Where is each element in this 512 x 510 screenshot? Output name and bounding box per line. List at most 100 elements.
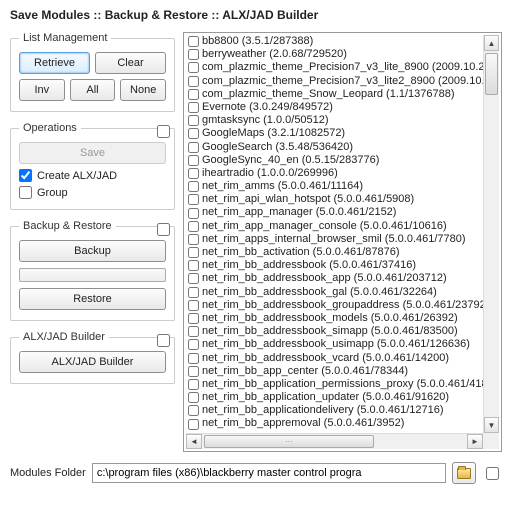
inv-button[interactable]: Inv: [19, 79, 65, 101]
module-checkbox[interactable]: [188, 300, 199, 311]
module-checkbox[interactable]: [188, 326, 199, 337]
browse-folder-button[interactable]: [452, 462, 476, 484]
module-label: com_plazmic_theme_Precision7_v3_lite2_89…: [202, 75, 483, 88]
list-item[interactable]: Evernote (3.0.249/849572): [186, 101, 483, 114]
list-item[interactable]: berryweather (2.0.68/729520): [186, 48, 483, 61]
list-item[interactable]: net_rim_bb_addressbook_models (5.0.0.461…: [186, 312, 483, 325]
list-item[interactable]: net_rim_bb_appremoval (5.0.0.461/3952): [186, 417, 483, 430]
list-item[interactable]: net_rim_apps_internal_browser_smil (5.0.…: [186, 233, 483, 246]
module-label: bb8800 (3.5.1/287388): [202, 35, 313, 48]
list-management-group: List Management Retrieve Clear Inv All N…: [10, 32, 175, 112]
module-label: GoogleSync_40_en (0.5.15/283776): [202, 154, 379, 167]
footer-checkbox[interactable]: [486, 467, 499, 480]
module-checkbox[interactable]: [188, 102, 199, 113]
list-item[interactable]: net_rim_api_wlan_hotspot (5.0.0.461/5908…: [186, 193, 483, 206]
group-checkbox[interactable]: Group: [19, 186, 166, 199]
module-label: net_rim_bb_app_center (5.0.0.461/78344): [202, 365, 408, 378]
horizontal-scrollbar[interactable]: ◄ ··· ►: [186, 433, 483, 449]
all-button[interactable]: All: [70, 79, 116, 101]
module-checkbox[interactable]: [188, 62, 199, 73]
backup-restore-corner-check[interactable]: [157, 223, 170, 236]
module-checkbox[interactable]: [188, 419, 199, 430]
none-button[interactable]: None: [120, 79, 166, 101]
module-checkbox[interactable]: [188, 273, 199, 284]
module-checkbox[interactable]: [188, 234, 199, 245]
list-item[interactable]: net_rim_bb_activation (5.0.0.461/87876): [186, 246, 483, 259]
module-label: net_rim_amms (5.0.0.461/11164): [202, 180, 363, 193]
list-item[interactable]: net_rim_amms (5.0.0.461/11164): [186, 180, 483, 193]
module-checkbox[interactable]: [188, 260, 199, 271]
module-checkbox[interactable]: [188, 353, 199, 364]
modules-folder-input[interactable]: [92, 463, 446, 483]
horizontal-scroll-thumb[interactable]: ···: [204, 435, 374, 448]
vertical-scrollbar[interactable]: ▲ ▼: [483, 35, 499, 433]
create-alx-jad-label: Create ALX/JAD: [37, 170, 117, 182]
module-checkbox[interactable]: [188, 181, 199, 192]
modules-list[interactable]: bb8800 (3.5.1/287388)berryweather (2.0.6…: [183, 32, 502, 452]
module-checkbox[interactable]: [188, 168, 199, 179]
scroll-left-arrow[interactable]: ◄: [186, 434, 202, 449]
module-checkbox[interactable]: [188, 115, 199, 126]
alx-jad-builder-button[interactable]: ALX/JAD Builder: [19, 351, 166, 373]
list-item[interactable]: com_plazmic_theme_Precision7_v3_lite_890…: [186, 61, 483, 74]
alx-jad-builder-corner-check[interactable]: [157, 334, 170, 347]
list-item[interactable]: gmtasksync (1.0.0/50512): [186, 114, 483, 127]
module-checkbox[interactable]: [188, 313, 199, 324]
module-checkbox[interactable]: [188, 339, 199, 350]
list-item[interactable]: net_rim_bb_addressbook_gal (5.0.0.461/32…: [186, 286, 483, 299]
module-checkbox[interactable]: [188, 142, 199, 153]
create-alx-jad-checkbox[interactable]: Create ALX/JAD: [19, 169, 166, 182]
retrieve-button[interactable]: Retrieve: [19, 52, 90, 74]
list-item[interactable]: net_rim_bb_application_updater (5.0.0.46…: [186, 391, 483, 404]
clear-button[interactable]: Clear: [95, 52, 166, 74]
operations-corner-check[interactable]: [157, 125, 170, 138]
backup-button[interactable]: Backup: [19, 240, 166, 262]
vertical-scroll-thumb[interactable]: [485, 53, 498, 95]
module-label: net_rim_bb_addressbook_vcard (5.0.0.461/…: [202, 352, 449, 365]
module-checkbox[interactable]: [188, 128, 199, 139]
list-item[interactable]: net_rim_bb_addressbook_simapp (5.0.0.461…: [186, 325, 483, 338]
list-item[interactable]: net_rim_bb_app_center (5.0.0.461/78344): [186, 365, 483, 378]
module-checkbox[interactable]: [188, 36, 199, 47]
list-item[interactable]: net_rim_bb_application_permissions_proxy…: [186, 378, 483, 391]
module-label: net_rim_app_manager (5.0.0.461/2152): [202, 206, 396, 219]
module-checkbox[interactable]: [188, 89, 199, 100]
list-item[interactable]: bb8800 (3.5.1/287388): [186, 35, 483, 48]
folder-icon: [457, 468, 471, 479]
list-item[interactable]: net_rim_bb_applicationdelivery (5.0.0.46…: [186, 404, 483, 417]
module-checkbox[interactable]: [188, 405, 199, 416]
module-checkbox[interactable]: [188, 379, 199, 390]
module-checkbox[interactable]: [188, 392, 199, 403]
list-item[interactable]: net_rim_bb_addressbook_vcard (5.0.0.461/…: [186, 352, 483, 365]
list-item[interactable]: net_rim_bb_addressbook_groupaddress (5.0…: [186, 299, 483, 312]
list-item[interactable]: com_plazmic_theme_Snow_Leopard (1.1/1376…: [186, 88, 483, 101]
list-item[interactable]: net_rim_app_manager (5.0.0.461/2152): [186, 206, 483, 219]
module-label: gmtasksync (1.0.0/50512): [202, 114, 329, 127]
scroll-up-arrow[interactable]: ▲: [484, 35, 499, 51]
module-checkbox[interactable]: [188, 208, 199, 219]
list-item[interactable]: net_rim_bb_addressbook_usimapp (5.0.0.46…: [186, 338, 483, 351]
list-item[interactable]: GoogleSync_40_en (0.5.15/283776): [186, 154, 483, 167]
module-label: net_rim_bb_application_permissions_proxy…: [202, 378, 483, 391]
module-checkbox[interactable]: [188, 155, 199, 166]
module-label: net_rim_bb_appremoval (5.0.0.461/3952): [202, 417, 404, 430]
list-item[interactable]: net_rim_bb_addressbook_app (5.0.0.461/20…: [186, 272, 483, 285]
list-item[interactable]: GoogleMaps (3.2.1/1082572): [186, 127, 483, 140]
module-checkbox[interactable]: [188, 247, 199, 258]
list-item[interactable]: net_rim_bb_addressbook (5.0.0.461/37416): [186, 259, 483, 272]
scroll-right-arrow[interactable]: ►: [467, 434, 483, 449]
restore-button[interactable]: Restore: [19, 288, 166, 310]
module-label: GoogleMaps (3.2.1/1082572): [202, 127, 345, 140]
list-item[interactable]: GoogleSearch (3.5.48/536420): [186, 141, 483, 154]
list-item[interactable]: com_plazmic_theme_Precision7_v3_lite2_89…: [186, 75, 483, 88]
list-item[interactable]: iheartradio (1.0.0.0/269996): [186, 167, 483, 180]
module-checkbox[interactable]: [188, 76, 199, 87]
module-label: net_rim_bb_addressbook_app (5.0.0.461/20…: [202, 272, 447, 285]
list-item[interactable]: net_rim_app_manager_console (5.0.0.461/1…: [186, 220, 483, 233]
scroll-down-arrow[interactable]: ▼: [484, 417, 499, 433]
module-checkbox[interactable]: [188, 366, 199, 377]
module-checkbox[interactable]: [188, 49, 199, 60]
module-checkbox[interactable]: [188, 194, 199, 205]
module-checkbox[interactable]: [188, 221, 199, 232]
module-checkbox[interactable]: [188, 287, 199, 298]
